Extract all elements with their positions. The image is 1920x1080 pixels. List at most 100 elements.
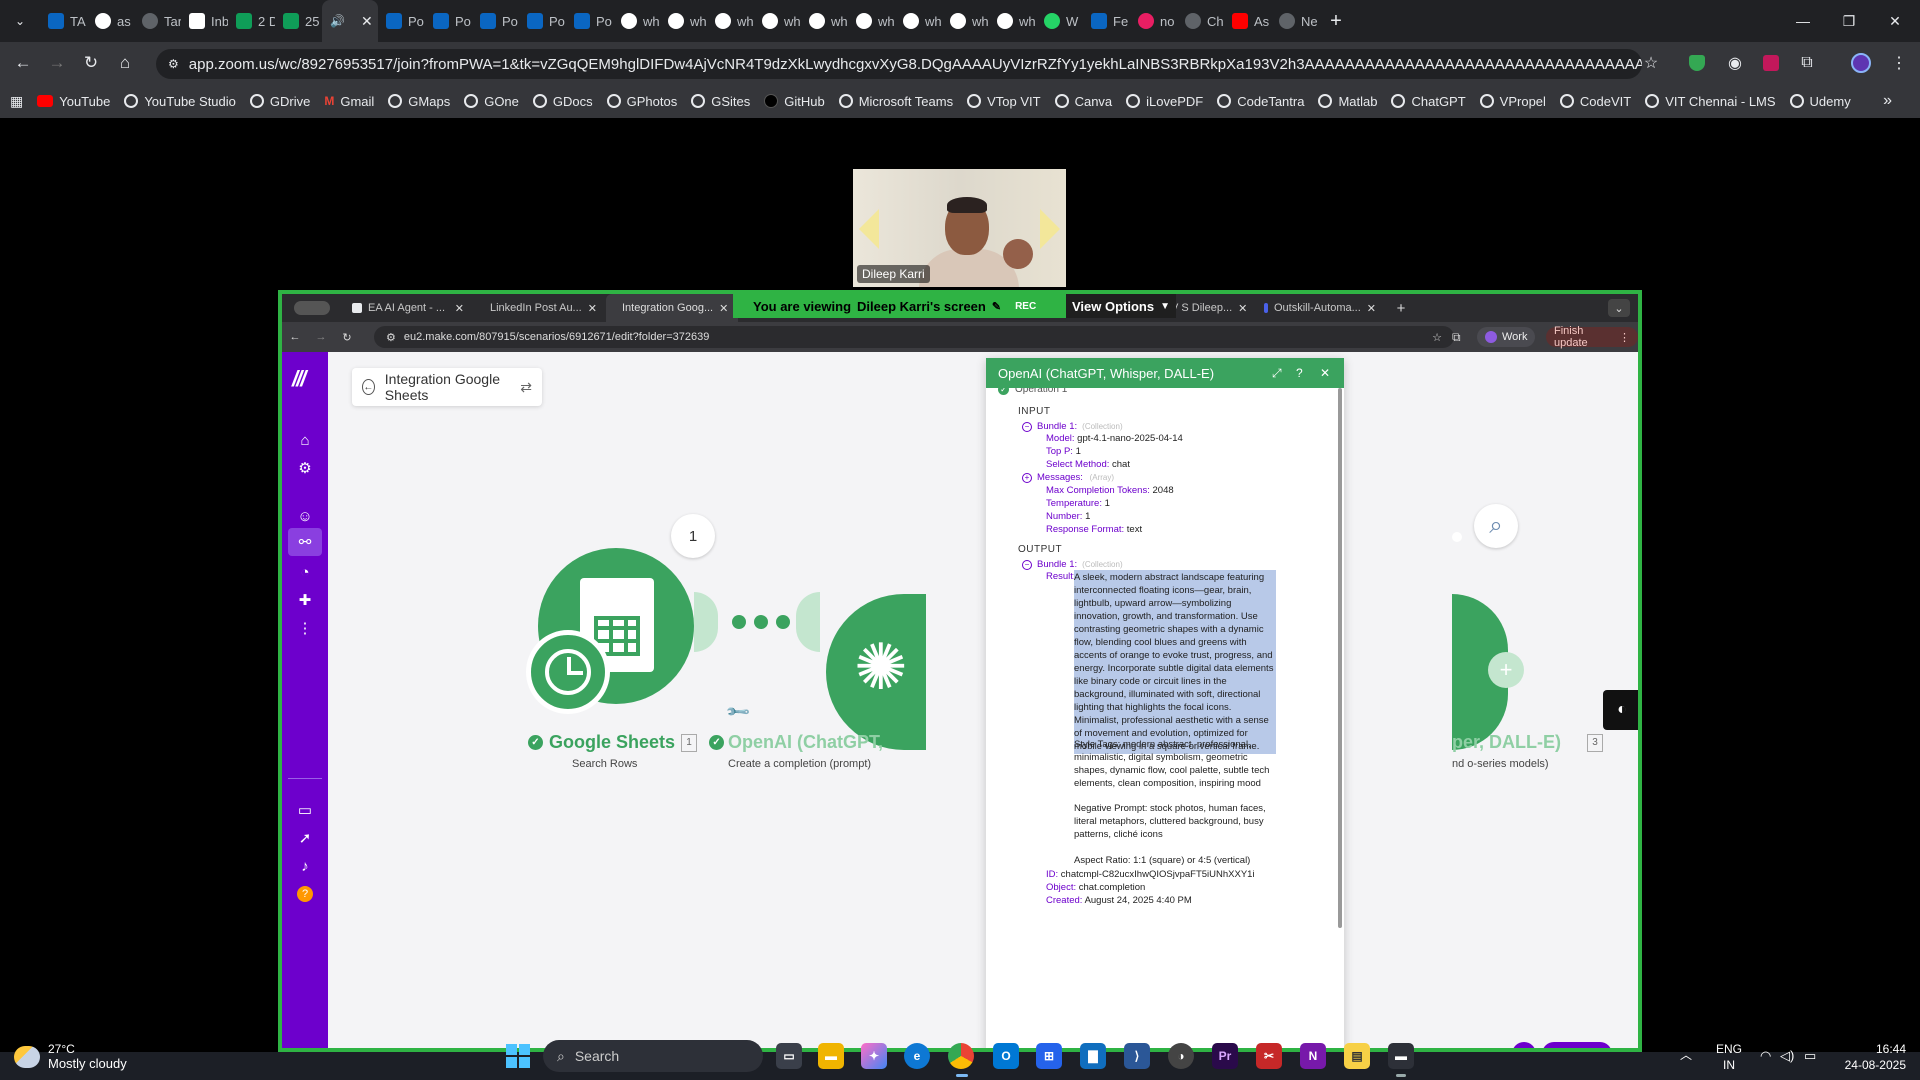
back-icon[interactable]: ← [6,46,40,80]
annotate-pencil-icon[interactable]: ✎ [992,300,1001,313]
close-tab-icon[interactable]: ✕ [361,13,373,30]
bookmark-item[interactable]: GMaps [388,94,450,109]
participant-video-tile[interactable]: Dileep Karri [853,169,1066,287]
browser-tab[interactable]: wh [848,0,895,42]
browser-tab[interactable]: wh [801,0,848,42]
sticky-notes-icon[interactable]: ▤ [1344,1043,1370,1069]
bookmark-item[interactable]: iLovePDF [1126,94,1203,109]
snipping-tool-icon[interactable]: ✂ [1256,1043,1282,1069]
restore-button[interactable]: ❐ [1826,0,1872,42]
outlook-icon[interactable]: O [993,1043,1019,1069]
file-explorer-icon[interactable]: ▬ [818,1043,844,1069]
browser-tab[interactable]: as [87,0,134,42]
browser-tab[interactable]: W [1036,0,1083,42]
bookmark-item[interactable]: Microsoft Teams [838,94,953,109]
bookmark-star-icon[interactable]: ☆ [1636,48,1666,78]
browser-tab[interactable]: wh [660,0,707,42]
browser-tab[interactable]: Po [472,0,519,42]
zoom-app-icon[interactable]: ▬ [1388,1043,1414,1069]
work-profile-chip: Work [1477,327,1536,347]
browser-tab[interactable]: Inb [181,0,228,42]
forward-icon[interactable]: → [40,46,74,80]
home-icon[interactable]: ⌂ [108,46,142,80]
pocket-extension-icon[interactable] [1756,48,1786,78]
bookmark-item[interactable]: GDocs [532,94,593,109]
language-indicator[interactable]: ENG IN [1716,1042,1742,1073]
extensions-puzzle-icon[interactable]: ⧉ [1792,48,1822,78]
view-options-button[interactable]: View Options ▼ [1066,294,1176,318]
vscode-icon[interactable]: ⟩ [1124,1043,1150,1069]
taskbar-search-box[interactable]: ⌕ Search [543,1040,763,1072]
apps-grid-icon[interactable]: ▦ [10,93,23,110]
bookmarks-overflow-icon[interactable]: » [1883,92,1892,110]
battery-icon[interactable]: ▭ [1804,1048,1816,1064]
address-bar[interactable]: ⚙ app.zoom.us/wc/89276953517/join?fromPW… [156,49,1642,79]
onenote-icon[interactable]: N [1300,1043,1326,1069]
premiere-pro-icon[interactable]: Pr [1212,1043,1238,1069]
browser-tab[interactable]: Po [378,0,425,42]
new-tab-button[interactable]: + [1318,10,1354,33]
edge-icon[interactable]: e [904,1043,930,1069]
tab-favicon-icon [352,303,362,313]
bookmark-item[interactable]: Matlab [1318,94,1377,109]
profile-avatar[interactable] [1846,48,1876,78]
bookmark-item[interactable]: VPropel [1479,94,1546,109]
bookmark-item[interactable]: ChatGPT [1391,94,1466,109]
github-desktop-icon[interactable]: ◑ [1168,1043,1194,1069]
bookmark-item[interactable]: M Gmail [324,94,374,109]
browser-tab[interactable]: Ch [1177,0,1224,42]
browser-tab[interactable]: Fe [1083,0,1130,42]
bookmark-item[interactable]: Udemy [1789,94,1851,109]
bookmark-item[interactable]: GitHub [764,94,825,109]
browser-tab[interactable]: Po [566,0,613,42]
browser-tab[interactable]: Po [425,0,472,42]
browser-tab[interactable]: TA [40,0,87,42]
task-view-icon[interactable]: ▭ [776,1043,802,1069]
browser-tab[interactable]: wh [895,0,942,42]
bookmark-item[interactable]: GSites [691,94,750,109]
browser-tab[interactable]: wh [707,0,754,42]
bookmark-item[interactable]: VTop VIT [967,94,1041,109]
bookmark-item[interactable]: CodeTantra [1217,94,1304,109]
browser-tab[interactable]: Ne [1271,0,1318,42]
bookmark-item[interactable]: Canva [1054,94,1112,109]
shield-extension-icon[interactable] [1682,48,1712,78]
browser-tab[interactable]: wh [989,0,1036,42]
app-blue-icon[interactable]: ▇ [1080,1043,1106,1069]
bookmark-item[interactable]: YouTube Studio [124,94,236,109]
browser-tab[interactable]: 2 D [228,0,275,42]
browser-tab[interactable]: wh [613,0,660,42]
browser-tab[interactable]: Tar [134,0,181,42]
close-window-button[interactable]: ✕ [1872,0,1918,42]
bookmark-item[interactable]: GPhotos [606,94,677,109]
bookmark-item[interactable]: VIT Chennai - LMS [1645,94,1776,109]
reload-icon[interactable]: ↻ [74,46,108,80]
microsoft-store-icon[interactable]: ⊞ [1036,1043,1062,1069]
tab-search-button[interactable]: ⌄ [0,0,40,42]
browser-tab[interactable]: 25 [275,0,322,42]
minimize-button[interactable]: — [1780,0,1826,42]
browser-tab[interactable]: Po [519,0,566,42]
browser-tab[interactable]: wh [754,0,801,42]
volume-icon[interactable]: ◁) [1780,1048,1794,1064]
browser-tab[interactable]: As [1224,0,1271,42]
camera-extension-icon[interactable]: ◉ [1720,48,1750,78]
schedule-clock-icon [526,630,610,714]
copilot-icon[interactable]: ✦ [861,1043,887,1069]
weather-widget[interactable]: 27°C Mostly cloudy [14,1042,127,1071]
bookmark-item[interactable]: CodeVIT [1559,94,1631,109]
clock[interactable]: 16:44 24-08-2025 [1840,1042,1906,1073]
bookmark-item[interactable]: GDrive [249,94,310,109]
browser-tab[interactable]: 🔊 ✕ [322,0,378,42]
site-info-icon[interactable]: ⚙ [168,57,179,71]
bookmark-item[interactable]: YouTube [37,94,110,109]
tray-overflow-chevron-icon[interactable]: ︿ [1680,1046,1692,1063]
chrome-icon[interactable] [948,1043,974,1069]
start-windows-icon[interactable] [506,1044,530,1068]
wifi-icon[interactable]: ◠ [1760,1048,1771,1064]
browser-tab[interactable]: no [1130,0,1177,42]
bookmark-item[interactable]: GOne [464,94,519,109]
more-icon: ⋮ [297,620,313,637]
browser-menu-icon[interactable]: ⋮ [1884,48,1914,78]
browser-tab[interactable]: wh [942,0,989,42]
